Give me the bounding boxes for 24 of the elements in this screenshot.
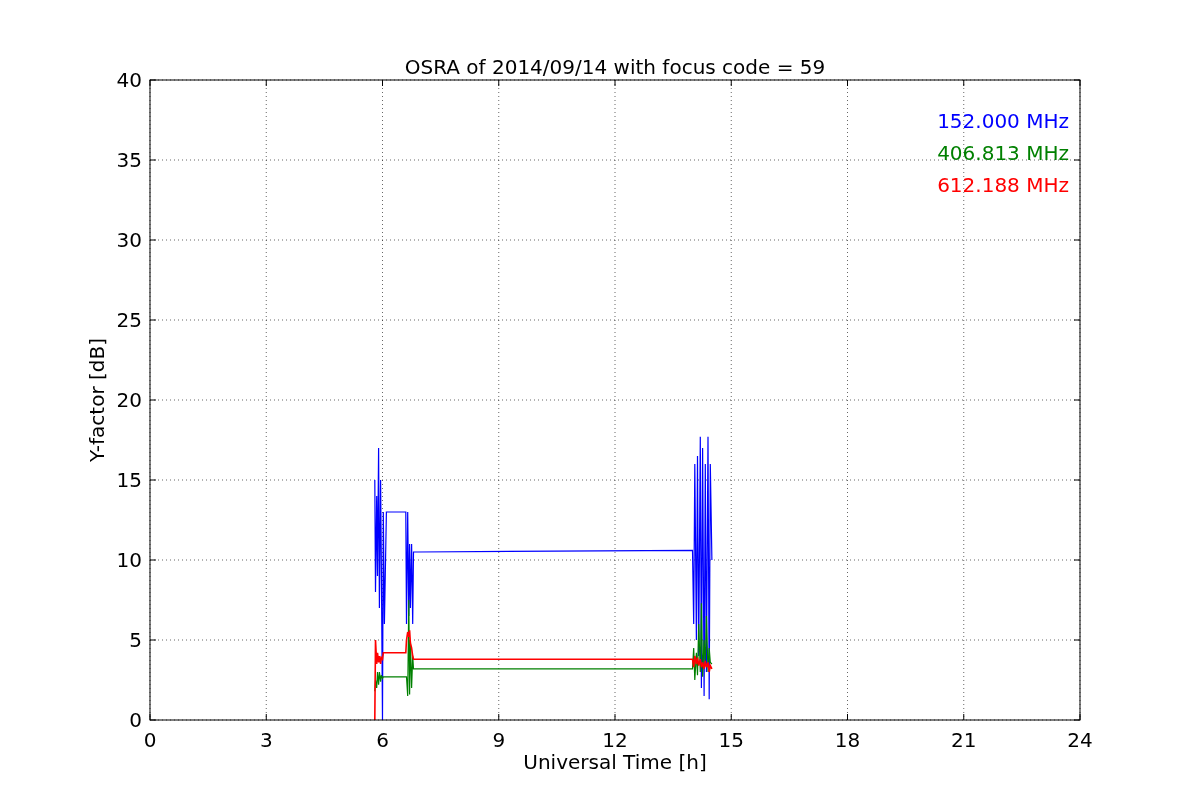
y-tick-label: 20 [116, 388, 142, 412]
y-tick-label: 35 [116, 148, 142, 172]
y-tick-label: 5 [129, 628, 142, 652]
x-tick-label: 15 [718, 728, 744, 752]
y-tick-label: 40 [116, 68, 142, 92]
x-tick-label: 21 [951, 728, 977, 752]
x-tick-label: 0 [143, 728, 157, 752]
x-tick-label: 12 [602, 728, 628, 752]
x-tick-label: 9 [492, 728, 506, 752]
y-tick-label: 15 [116, 468, 142, 492]
y-tick-label: 0 [129, 708, 142, 732]
y-tick-label: 25 [116, 308, 142, 332]
y-axis-title: Y-factor [dB] [85, 338, 109, 462]
x-tick-label: 18 [834, 728, 861, 752]
x-axis-title: Universal Time [h] [523, 750, 707, 774]
x-tick-label: 3 [259, 728, 273, 752]
legend-label: 406.813 MHz [937, 141, 1069, 165]
legend-label: 152.000 MHz [937, 109, 1069, 133]
x-tick-label: 6 [376, 728, 389, 752]
y-tick-label: 10 [116, 548, 142, 572]
chart-title: OSRA of 2014/09/14 with focus code = 59 [404, 55, 826, 79]
y-tick-label: 30 [116, 228, 142, 252]
legend-label: 612.188 MHz [937, 173, 1069, 197]
x-tick-label: 24 [1067, 728, 1093, 752]
